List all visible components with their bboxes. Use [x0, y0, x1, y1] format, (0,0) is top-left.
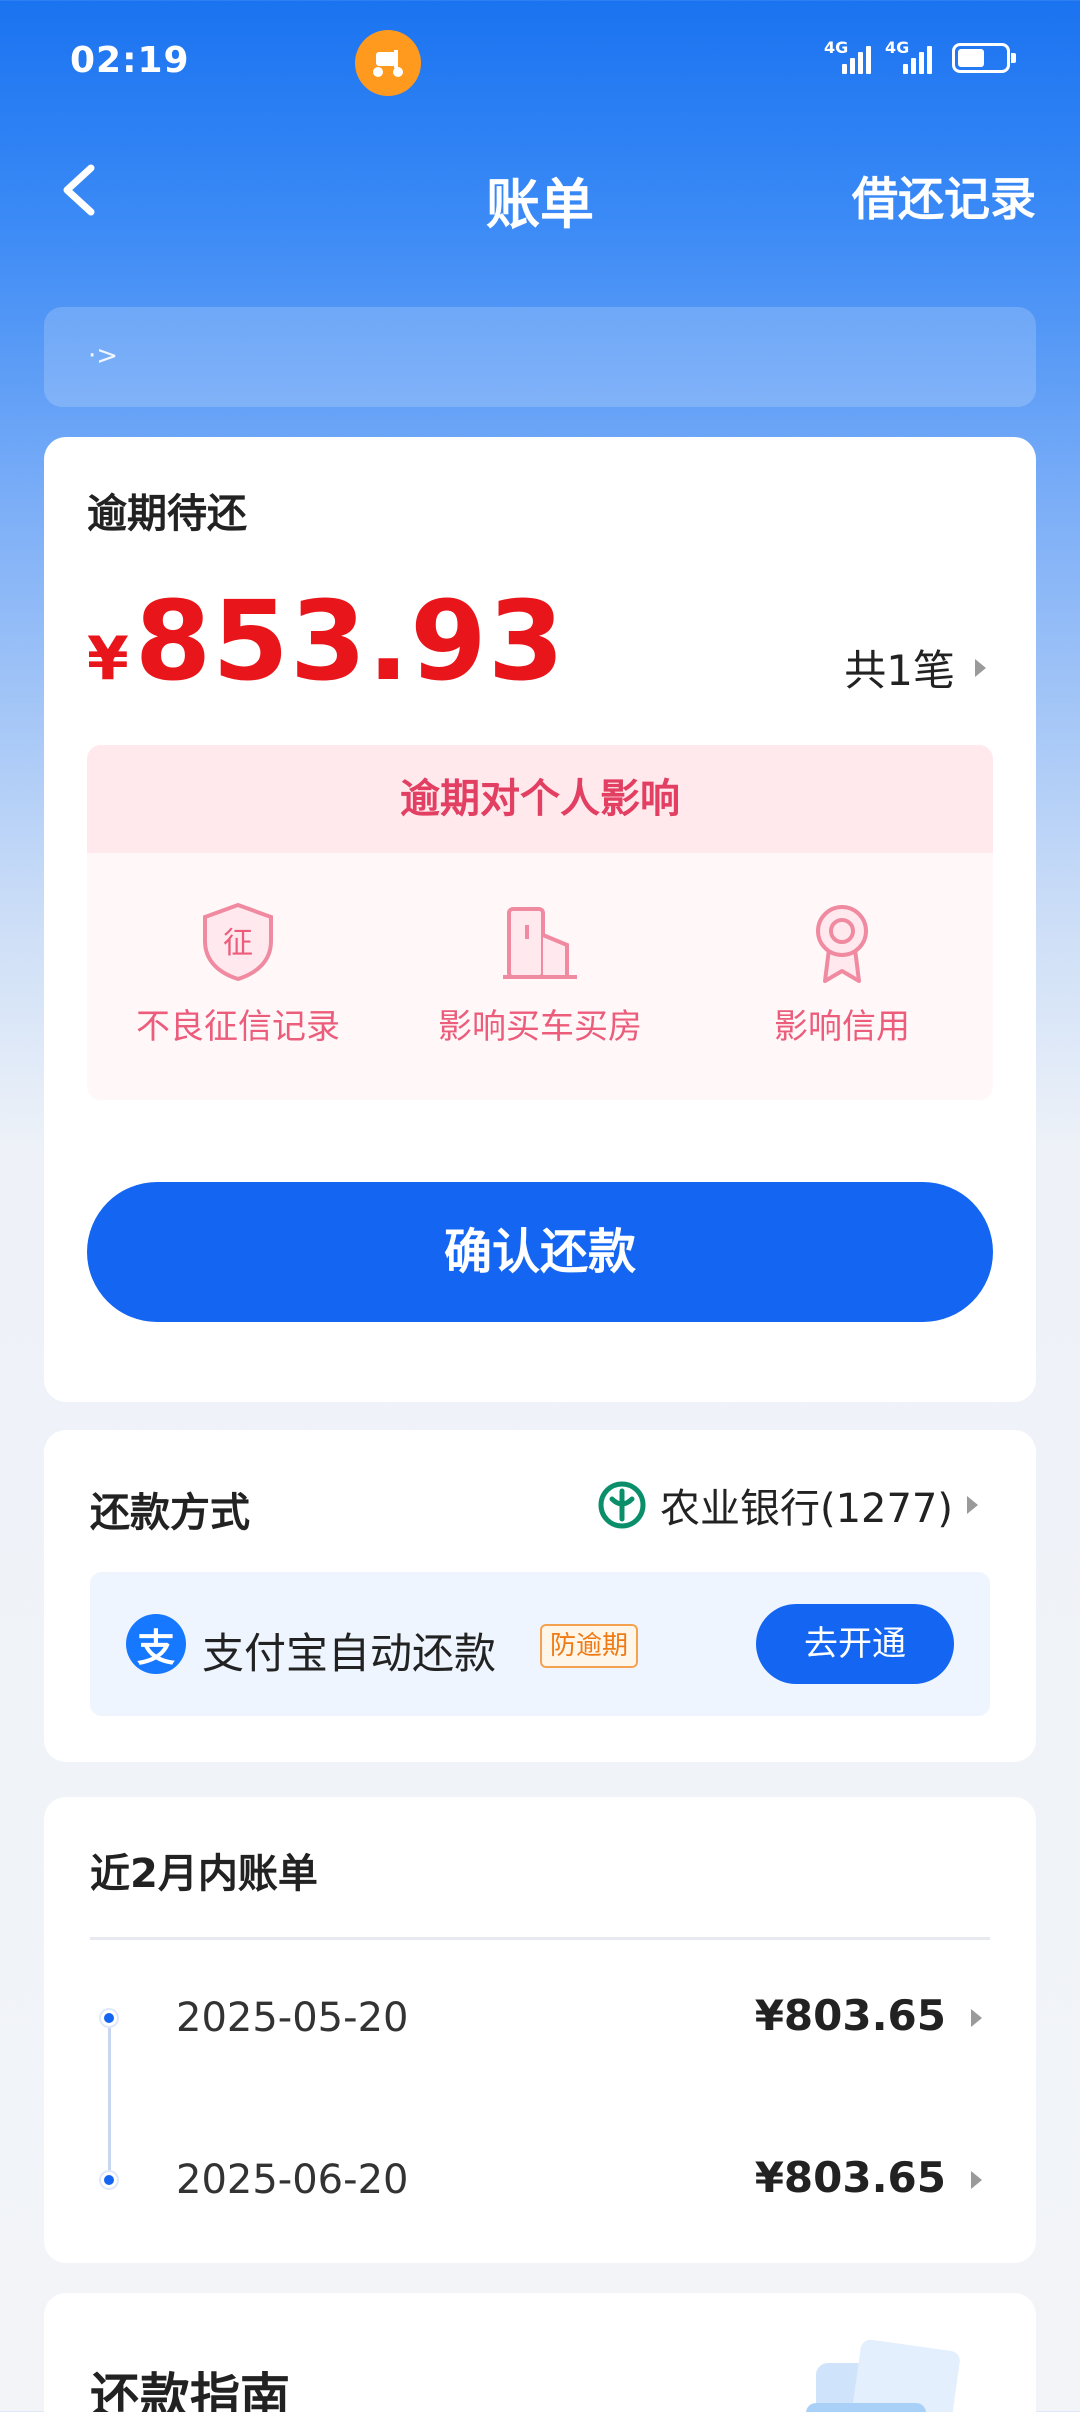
- arrow-right-icon: [967, 1496, 978, 1514]
- impact-item-house: 影响买车买房: [390, 899, 690, 1048]
- bill-amount: ¥803.65: [754, 2153, 946, 2202]
- battery-icon: [952, 43, 1016, 73]
- impact-title: 逾期对个人影响: [87, 745, 993, 853]
- bill-row[interactable]: 2025-06-20 ¥803.65: [90, 2145, 990, 2215]
- bill-date: 2025-06-20: [176, 2157, 409, 2203]
- bank-selector[interactable]: 农业银行(1277): [598, 1476, 978, 1534]
- enable-autopay-button[interactable]: 去开通: [756, 1604, 954, 1684]
- overdue-card: 逾期待还 ¥ 853.93 共1笔 逾期对个人影响 征 不良征信记录 影响买车买…: [44, 437, 1036, 1402]
- currency-symbol: ¥: [87, 624, 129, 694]
- overdue-amount: ¥ 853.93: [87, 577, 565, 705]
- signal-icon: 4G: [824, 38, 871, 74]
- status-time: 02:19: [70, 40, 190, 81]
- recent-bills-card: 近2月内账单 2025-05-20 ¥803.65 2025-06-20 ¥80…: [44, 1797, 1036, 2263]
- svg-text:征: 征: [223, 926, 253, 961]
- bill-amount: ¥803.65: [754, 1991, 946, 2040]
- payment-method-title: 还款方式: [90, 1490, 250, 1536]
- anti-overdue-badge: 防逾期: [540, 1624, 639, 1668]
- credit-shield-icon: 征: [203, 902, 273, 982]
- confirm-repay-button[interactable]: 确认还款: [87, 1182, 993, 1322]
- abc-bank-icon: [598, 1481, 646, 1529]
- alipay-autopay-banner: 支 支付宝自动还款 防逾期 去开通: [90, 1572, 990, 1716]
- scooter-app-icon: [355, 30, 421, 96]
- arrow-right-icon: [971, 2009, 982, 2027]
- alipay-icon: 支: [126, 1614, 186, 1674]
- bill-row[interactable]: 2025-05-20 ¥803.65: [90, 1983, 990, 2053]
- bill-count-link[interactable]: 共1笔: [844, 637, 986, 698]
- award-ribbon-icon: [816, 905, 868, 983]
- status-bar: 02:19 4G 4G: [0, 0, 1080, 120]
- bill-date: 2025-05-20: [176, 1995, 409, 2041]
- payment-method-card: 还款方式 农业银行(1277) 支 支付宝自动还款 防逾期 去开通: [44, 1430, 1036, 1762]
- repay-guide-title: 还款指南: [90, 2368, 290, 2412]
- arrow-right-icon: [975, 658, 986, 677]
- guide-illustration-icon: [806, 2339, 960, 2412]
- timeline-dot: [101, 2010, 117, 2026]
- building-icon: [503, 907, 577, 979]
- timeline-dot: [101, 2172, 117, 2188]
- impact-item-credit: 征 不良征信记录: [88, 899, 388, 1048]
- notice-bar[interactable]: ·>: [44, 307, 1036, 407]
- amount-value: 853.93: [134, 577, 566, 705]
- arrow-right-icon: [971, 2171, 982, 2189]
- overdue-title: 逾期待还: [87, 491, 247, 537]
- status-indicators: 4G 4G: [824, 38, 1016, 74]
- alipay-autopay-text: 支付宝自动还款: [202, 1629, 497, 1678]
- signal-icon: 4G: [885, 38, 932, 74]
- divider: [90, 1937, 990, 1940]
- bill-count: 共1笔: [844, 646, 955, 695]
- notice-text: ·>: [88, 341, 119, 371]
- impact-panel: 逾期对个人影响 征 不良征信记录 影响买车买房 影响信用: [87, 745, 993, 1100]
- repay-guide-card[interactable]: 还款指南: [44, 2293, 1036, 2412]
- borrow-record-link[interactable]: 借还记录: [852, 163, 1036, 229]
- recent-bills-title: 近2月内账单: [90, 1851, 318, 1897]
- impact-item-credit-score: 影响信用: [692, 899, 992, 1048]
- bank-name: 农业银行(1277): [659, 1486, 953, 1532]
